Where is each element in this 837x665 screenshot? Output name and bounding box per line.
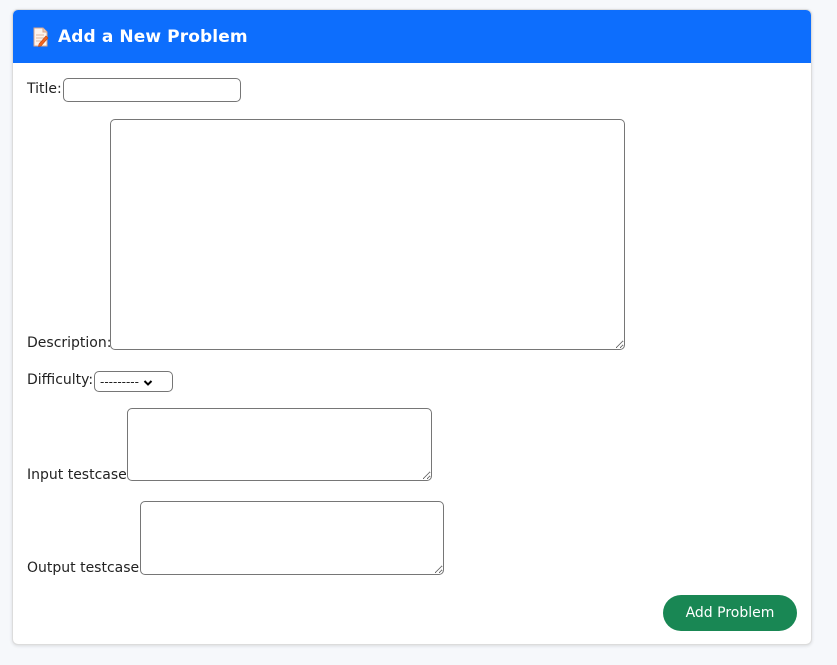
add-problem-card: Add a New Problem Title: Description: Di… bbox=[12, 9, 812, 645]
output-testcase-label: Output testcase: bbox=[27, 560, 144, 576]
title-input[interactable] bbox=[63, 78, 241, 102]
title-label: Title: bbox=[27, 81, 62, 97]
add-problem-button[interactable]: Add Problem bbox=[663, 595, 797, 631]
difficulty-select[interactable]: --------- bbox=[94, 371, 173, 392]
description-textarea[interactable] bbox=[110, 119, 625, 350]
page-title: Add a New Problem bbox=[58, 26, 248, 47]
input-testcase-label: Input testcase: bbox=[27, 467, 132, 483]
output-testcase-textarea[interactable] bbox=[140, 501, 444, 575]
difficulty-label: Difficulty: bbox=[27, 372, 94, 388]
description-label: Description: bbox=[27, 335, 112, 351]
difficulty-selected-value: --------- bbox=[100, 374, 139, 389]
input-testcase-textarea[interactable] bbox=[127, 408, 432, 481]
memo-icon bbox=[32, 27, 49, 47]
chevron-down-icon bbox=[143, 377, 153, 387]
card-header: Add a New Problem bbox=[13, 10, 811, 63]
